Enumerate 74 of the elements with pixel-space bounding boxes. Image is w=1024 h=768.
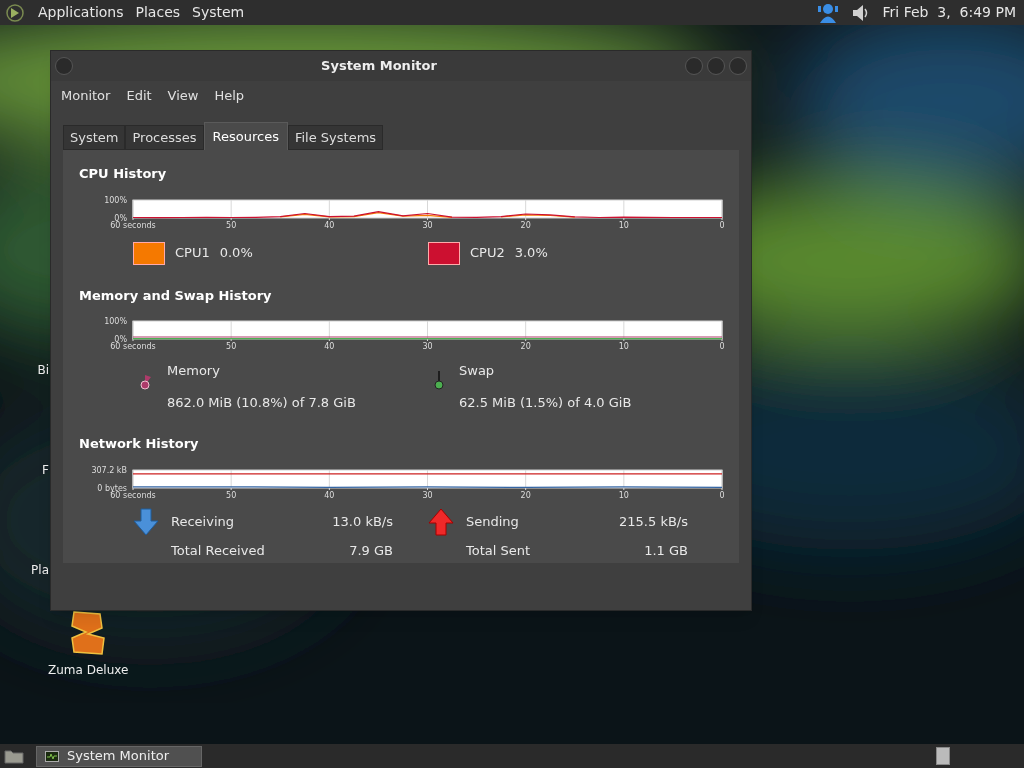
axis-label: 30 (422, 490, 433, 500)
axis-label: 10 (618, 220, 629, 230)
panel-menu[interactable]: System (192, 2, 245, 23)
game-icon[interactable] (68, 610, 108, 656)
axis-label: 50 (226, 490, 237, 500)
tab[interactable]: Resources (203, 122, 288, 150)
cpu-value: 0.0% (219, 244, 253, 263)
axis-label: 60 seconds (110, 490, 156, 500)
axis-label: 20 (520, 490, 531, 500)
axis-label: 60 seconds (110, 342, 156, 351)
total-value: 1.1 GB (643, 542, 688, 560)
memory-label: Swap (459, 362, 496, 380)
total-label: Total Sent (466, 542, 532, 560)
rate-value: 215.5 kB/s (618, 512, 688, 531)
cpu-label: CPU2 (470, 244, 505, 263)
menu-item[interactable]: Edit (120, 86, 158, 106)
axis-label: 30 (422, 342, 433, 351)
person-icon[interactable] (816, 1, 839, 24)
monitor-icon (45, 750, 59, 762)
axis-label: 10 (618, 342, 629, 351)
tab[interactable]: File Systems (287, 125, 384, 150)
rate-value: 13.0 kB/s (331, 512, 393, 531)
gauge-icon (431, 369, 447, 391)
desktop-icon-label[interactable]: Bi (37, 363, 49, 377)
axis-label: 40 (324, 342, 335, 351)
logo-icon (4, 2, 26, 23)
axis-label: 0 (719, 342, 725, 351)
down-arrow-icon (133, 507, 159, 536)
axis-label: 100% (104, 195, 127, 205)
axis-label: 30 (422, 220, 433, 230)
cpu-value: 3.0% (514, 244, 548, 263)
total-value: 7.9 GB (348, 542, 393, 560)
workspace-switcher[interactable] (936, 747, 950, 765)
memory-value: 62.5 MiB (1.5%) of 4.0 GiB (459, 393, 632, 412)
axis-label: 40 (324, 220, 335, 230)
axis-label: 10 (618, 490, 629, 500)
axis-label: 20 (520, 342, 531, 351)
axis-label: 20 (520, 220, 531, 230)
section-heading: Network History (79, 435, 200, 453)
memory-label: Memory (167, 362, 221, 380)
panel-menu[interactable]: Applications (38, 2, 124, 23)
axis-label: 0 bytes (97, 483, 127, 493)
axis-label: 0% (114, 213, 127, 223)
color-swatch[interactable] (428, 241, 460, 265)
total-label: Total Received (171, 542, 266, 560)
window-title: System Monitor (320, 57, 438, 76)
task-button[interactable]: System Monitor (36, 745, 202, 767)
axis-label: 0 (719, 490, 725, 500)
axis-label: 50 (226, 342, 237, 351)
section-heading: Memory and Swap History (79, 286, 273, 305)
section-heading: CPU History (79, 165, 168, 183)
rate-label: Receiving (171, 512, 235, 531)
memory-value: 862.0 MiB (10.8%) of 7.8 GiB (167, 393, 356, 412)
menu-item[interactable]: Help (208, 86, 251, 106)
axis-label: 60 seconds (110, 220, 156, 230)
axis-label: 50 (226, 220, 237, 230)
axis-label: 40 (324, 490, 335, 500)
tab[interactable]: System (63, 125, 126, 150)
axis-label: 100% (104, 317, 127, 326)
desktop-icon-label[interactable]: F (42, 463, 49, 477)
up-arrow-icon (428, 507, 454, 536)
folder-icon[interactable] (4, 748, 24, 764)
tab[interactable]: Processes (125, 125, 204, 150)
color-swatch[interactable] (133, 241, 165, 265)
axis-label: 0 (719, 220, 725, 230)
panel-menu[interactable]: Places (135, 2, 181, 23)
axis-label: 307.2 kB (91, 465, 127, 475)
desktop-icon-label[interactable]: Zuma Deluxe (48, 663, 129, 677)
clock[interactable]: Fri Feb 3, 6:49 PM (882, 2, 1016, 23)
menu-item[interactable]: View (161, 86, 205, 106)
menu-item[interactable]: Monitor (55, 86, 117, 106)
rate-label: Sending (466, 512, 520, 531)
cpu-label: CPU1 (175, 244, 210, 263)
desktop-icon-label[interactable]: Pla (31, 563, 49, 577)
